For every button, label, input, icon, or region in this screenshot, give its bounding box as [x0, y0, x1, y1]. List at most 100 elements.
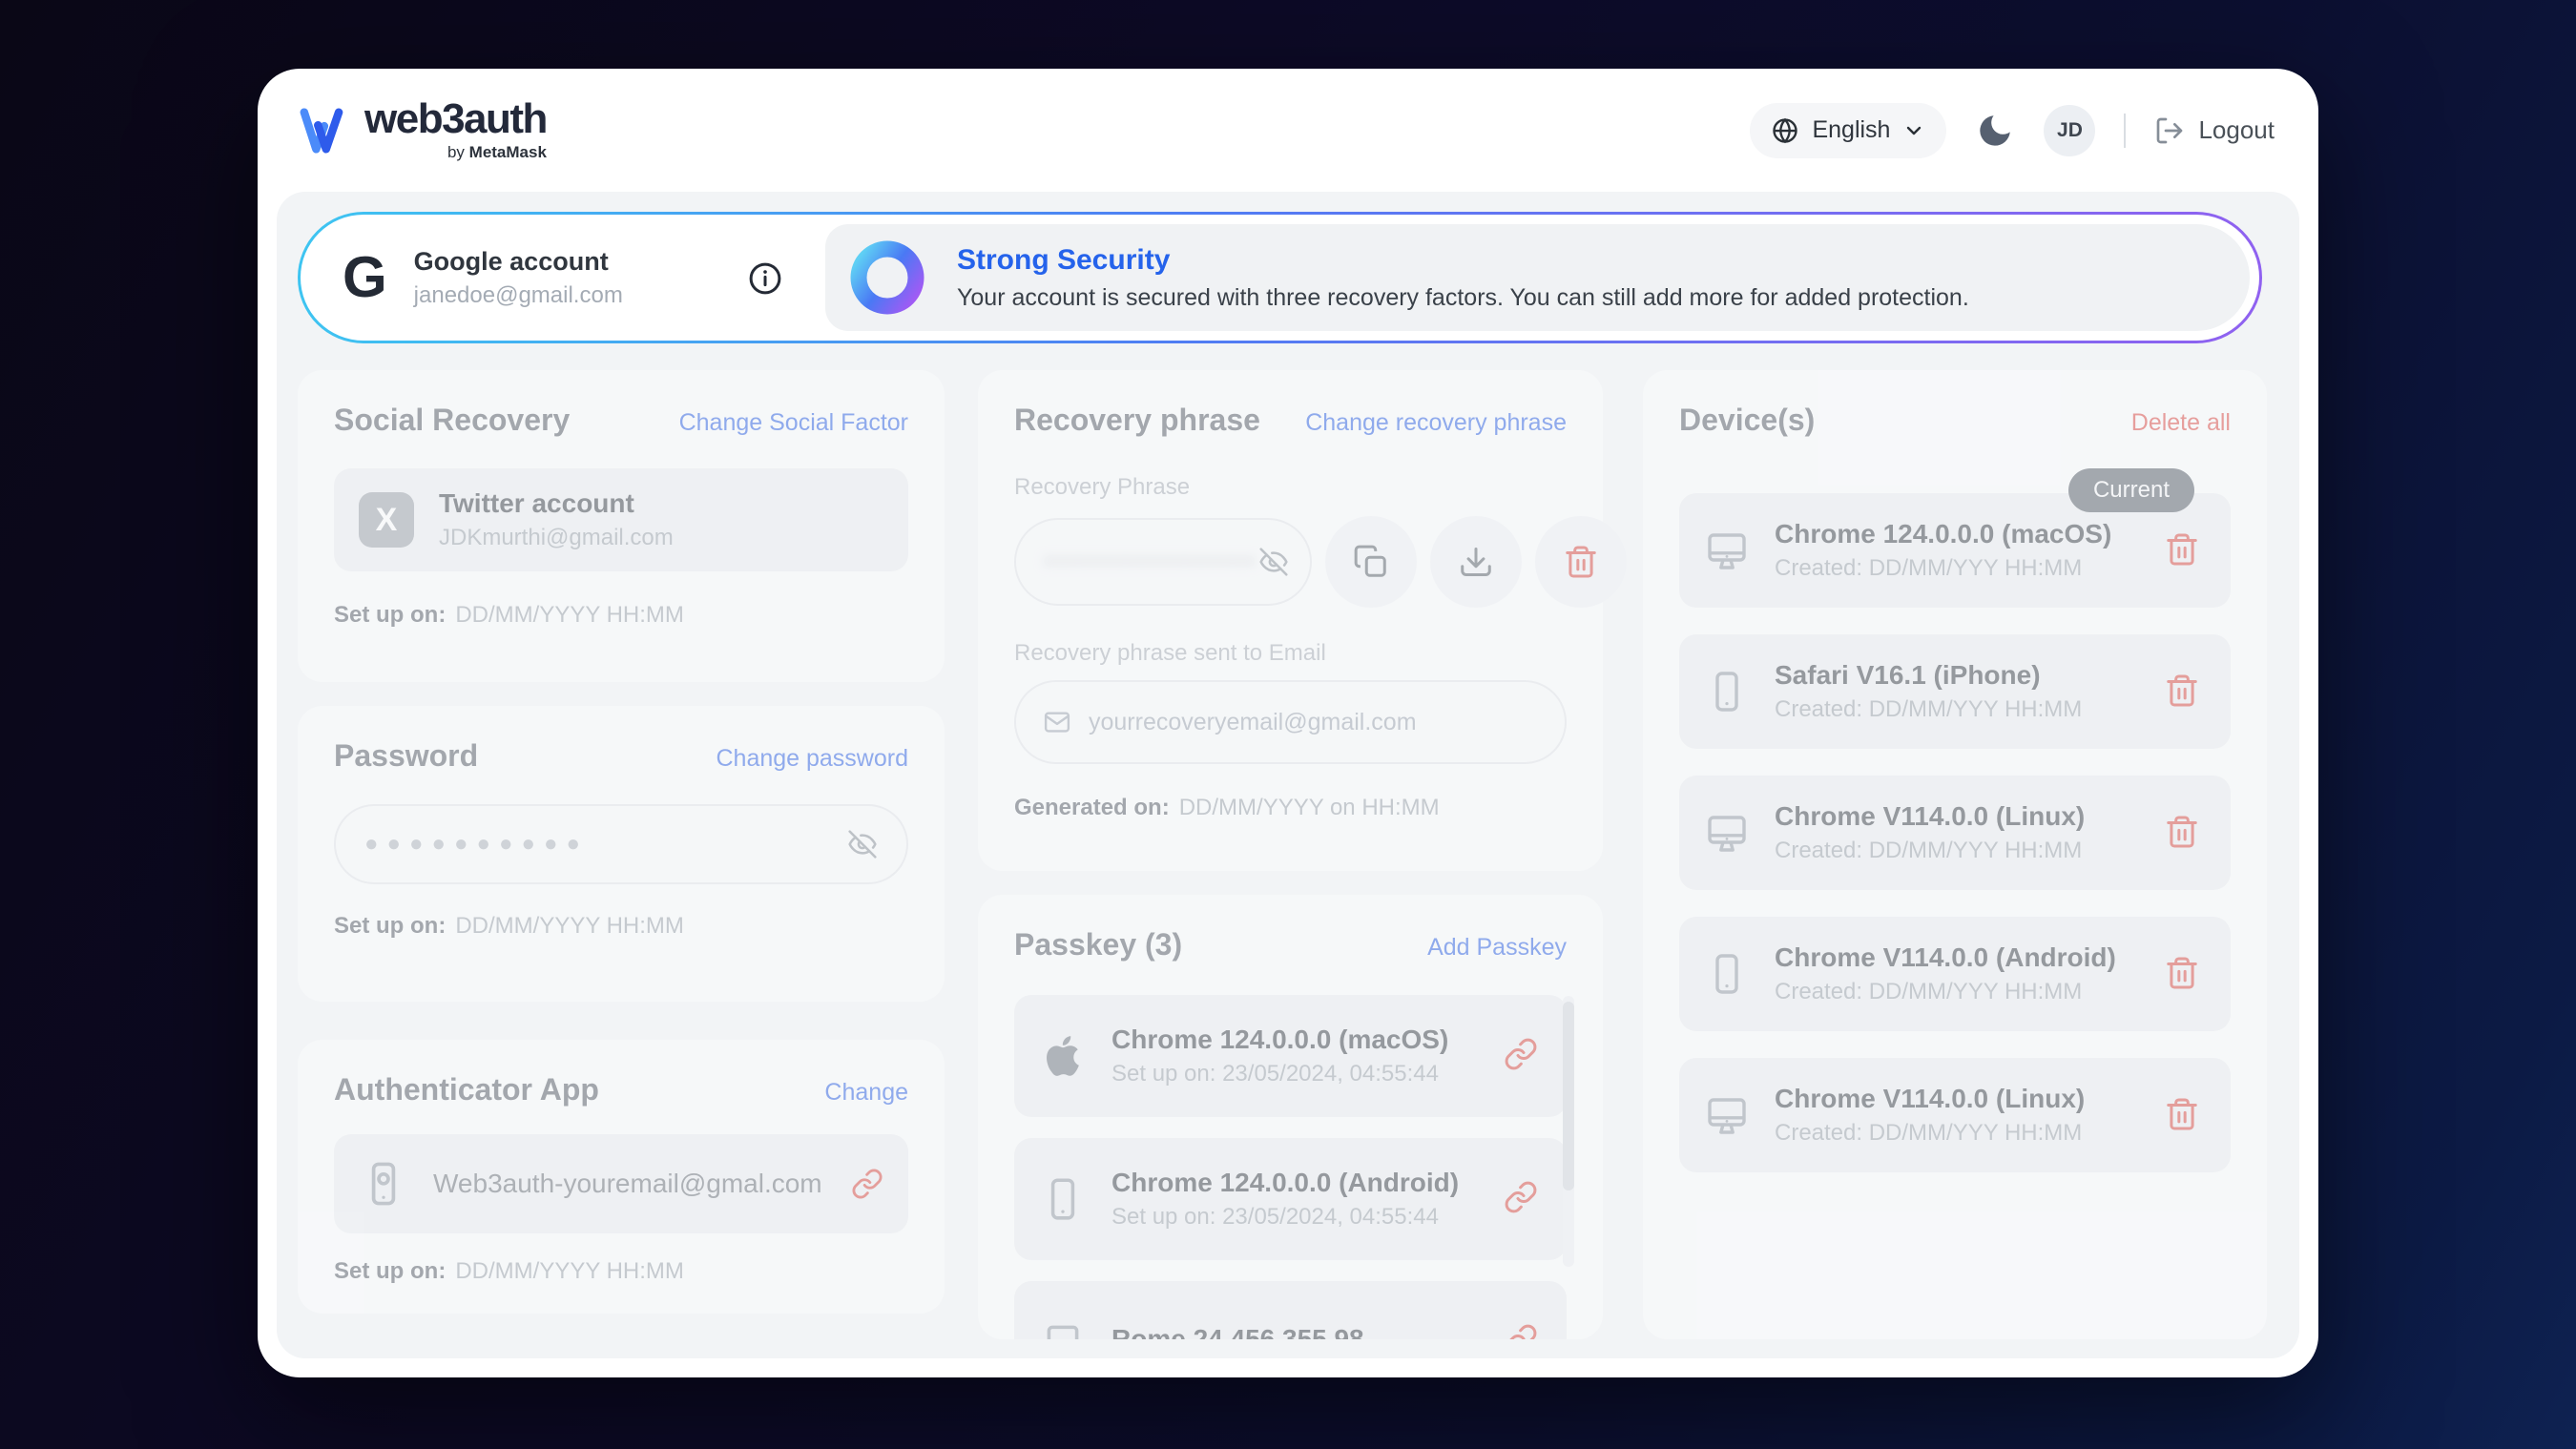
desktop-icon: [1704, 528, 1750, 573]
device-meta: Created: DD/MM/YYY HH:MM: [1775, 979, 2116, 1005]
apple-icon: [1039, 1032, 1087, 1080]
language-selector[interactable]: English: [1750, 103, 1946, 158]
change-password-link[interactable]: Change password: [716, 745, 908, 773]
device-name: Chrome 124.0.0.0 (macOS): [1775, 519, 2111, 549]
security-ring-icon: [850, 240, 924, 315]
header-controls: English JD Logout: [1750, 103, 2275, 158]
device-meta: Created: DD/MM/YYY HH:MM: [1775, 1120, 2085, 1147]
trash-icon[interactable]: [2164, 955, 2200, 991]
device-row: Chrome V114.0.0 (Linux) Created: DD/MM/Y…: [1679, 776, 2231, 890]
smartphone-icon: [1704, 669, 1750, 714]
dark-mode-toggle-moon-icon[interactable]: [1975, 111, 2015, 151]
authenticator-row: Web3auth-youremail@gmal.com: [334, 1134, 908, 1233]
device-meta: Created: DD/MM/YYY HH:MM: [1775, 555, 2111, 582]
devices-title: Device(s): [1679, 403, 1815, 438]
twitter-account-row: X Twitter account JDKmurthi@gmail.com: [334, 468, 908, 571]
security-banner: G Google account janedoe@gmail.com Stron…: [298, 212, 2262, 343]
trash-icon[interactable]: [2164, 1096, 2200, 1132]
recovery-phrase-title: Recovery phrase: [1014, 403, 1260, 438]
passkey-title: Passkey (3): [1014, 927, 1182, 963]
device-meta: Created: DD/MM/YYY HH:MM: [1775, 838, 2085, 864]
passkey-name: Chrome 124.0.0.0 (Android): [1111, 1168, 1459, 1198]
device-row: Chrome V114.0.0 (Android) Created: DD/MM…: [1679, 917, 2231, 1031]
recovery-phrase-label: Recovery Phrase: [1014, 474, 1567, 501]
scrollbar-thumb[interactable]: [1563, 1002, 1574, 1190]
globe-icon: [1771, 116, 1799, 145]
authenticator-account: Web3auth-youremail@gmal.com: [433, 1169, 822, 1199]
column-right: Device(s) Delete all Current Chrome 124.…: [1643, 370, 2267, 1339]
link-icon[interactable]: [1504, 1037, 1538, 1071]
download-icon: [1458, 544, 1494, 580]
desktop-icon: [1704, 1092, 1750, 1138]
passkey-name: Rome 24.456.355.98: [1111, 1324, 1364, 1339]
recovery-phrase-masked: ••••••••••••••••••: [1045, 549, 1257, 575]
smartphone-icon: [1704, 951, 1750, 997]
change-authenticator-link[interactable]: Change: [824, 1079, 908, 1107]
passkey-row: Chrome 124.0.0.0 (Android) Set up on: 23…: [1014, 1138, 1567, 1260]
authenticator-phone-icon: [359, 1159, 408, 1209]
account-email: janedoe@gmail.com: [414, 282, 623, 309]
link-icon[interactable]: [1504, 1323, 1538, 1339]
page-background: web3auth by MetaMask English JD Logout: [0, 0, 2576, 1449]
factors-area: Social Recovery Change Social Factor X T…: [277, 370, 2299, 1358]
trash-icon[interactable]: [2164, 673, 2200, 709]
passkey-row: Rome 24.456.355.98: [1014, 1281, 1567, 1339]
logo-wordmark: web3auth: [364, 98, 547, 140]
password-title: Password: [334, 738, 478, 774]
security-description: Your account is secured with three recov…: [957, 284, 1969, 312]
google-logo-icon: G: [343, 249, 387, 306]
header-divider: [2124, 114, 2126, 148]
logout-button[interactable]: Logout: [2154, 115, 2275, 146]
change-social-factor-link[interactable]: Change Social Factor: [679, 409, 908, 437]
delete-phrase-button[interactable]: [1535, 516, 1627, 608]
authenticator-title: Authenticator App: [334, 1072, 599, 1107]
device-name: Chrome V114.0.0 (Linux): [1775, 1084, 2085, 1114]
passkey-meta: Set up on: 23/05/2024, 04:55:44: [1111, 1061, 1448, 1087]
social-recovery-card: Social Recovery Change Social Factor X T…: [298, 370, 945, 682]
password-masked-value: ●●●●●●●●●●: [364, 831, 589, 858]
device-name: Chrome V114.0.0 (Android): [1775, 942, 2116, 973]
column-middle: Recovery phrase Change recovery phrase R…: [978, 370, 1603, 1339]
password-field[interactable]: ●●●●●●●●●●: [334, 804, 908, 884]
passkey-list: Chrome 124.0.0.0 (macOS) Set up on: 23/0…: [1014, 995, 1567, 1339]
recovery-generated-date: Generated on:DD/MM/YYYY on HH:MM: [1014, 795, 1567, 821]
chevron-down-icon: [1902, 119, 1925, 142]
current-device-badge: Current: [2068, 468, 2194, 512]
add-passkey-link[interactable]: Add Passkey: [1427, 934, 1567, 962]
eye-off-icon[interactable]: [1258, 547, 1289, 577]
passkey-name: Chrome 124.0.0.0 (macOS): [1111, 1025, 1448, 1055]
user-avatar[interactable]: JD: [2044, 105, 2095, 156]
x-twitter-icon: X: [359, 492, 414, 548]
app-header: web3auth by MetaMask English JD Logout: [258, 69, 2318, 192]
web3auth-logo-icon: [300, 107, 351, 155]
device-row: Safari V16.1 (iPhone) Created: DD/MM/YYY…: [1679, 634, 2231, 749]
eye-off-icon[interactable]: [847, 829, 878, 859]
social-account-name: Twitter account: [439, 488, 674, 519]
devices-card: Device(s) Delete all Current Chrome 124.…: [1643, 370, 2267, 1339]
trash-icon[interactable]: [2164, 531, 2200, 568]
desktop-icon: [1704, 810, 1750, 856]
device-name: Safari V16.1 (iPhone): [1775, 660, 2082, 691]
device-list: Current Chrome 124.0.0.0 (macOS) Created…: [1679, 493, 2231, 1172]
authenticator-setup-date: Set up on:DD/MM/YYYY HH:MM: [334, 1258, 908, 1285]
logout-label: Logout: [2198, 115, 2275, 145]
device-row: Chrome V114.0.0 (Linux) Created: DD/MM/Y…: [1679, 1058, 2231, 1172]
content-panel: G Google account janedoe@gmail.com Stron…: [277, 192, 2299, 1358]
info-icon[interactable]: [747, 260, 783, 297]
unlink-icon[interactable]: [851, 1168, 883, 1200]
delete-all-link[interactable]: Delete all: [2131, 409, 2231, 437]
smartphone-icon: [1039, 1175, 1087, 1223]
security-title: Strong Security: [957, 244, 1969, 277]
trash-icon[interactable]: [2164, 814, 2200, 850]
recovery-phrase-field[interactable]: ••••••••••••••••••: [1014, 518, 1312, 606]
mail-icon: [1043, 708, 1071, 736]
link-icon[interactable]: [1504, 1180, 1538, 1214]
column-left: Social Recovery Change Social Factor X T…: [298, 370, 945, 1314]
recovery-email-field[interactable]: yourrecoveryemail@gmail.com: [1014, 680, 1567, 764]
copy-phrase-button[interactable]: [1325, 516, 1417, 608]
passkey-meta: Set up on: 23/05/2024, 04:55:44: [1111, 1204, 1459, 1231]
download-phrase-button[interactable]: [1430, 516, 1522, 608]
web3auth-logo: web3auth by MetaMask: [300, 98, 547, 162]
change-recovery-phrase-link[interactable]: Change recovery phrase: [1305, 409, 1567, 437]
logout-icon: [2154, 115, 2185, 146]
